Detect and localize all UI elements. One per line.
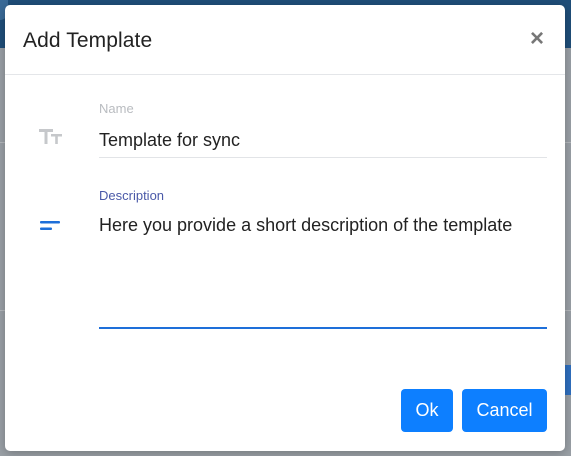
dialog-title: Add Template bbox=[23, 29, 153, 52]
dialog-header: Add Template × bbox=[5, 5, 565, 75]
description-input[interactable]: Here you provide a short description of … bbox=[99, 210, 547, 329]
cancel-button[interactable]: Cancel bbox=[462, 389, 547, 432]
name-label: Name bbox=[99, 101, 134, 116]
add-template-dialog: Add Template × Name Description Here you… bbox=[5, 5, 565, 451]
description-label: Description bbox=[99, 188, 165, 203]
ok-button[interactable]: Ok bbox=[401, 389, 453, 432]
text-size-icon bbox=[39, 129, 62, 144]
close-button[interactable]: × bbox=[527, 27, 547, 51]
short-text-icon bbox=[40, 221, 60, 230]
name-input[interactable] bbox=[99, 123, 547, 158]
close-icon: × bbox=[529, 25, 544, 52]
